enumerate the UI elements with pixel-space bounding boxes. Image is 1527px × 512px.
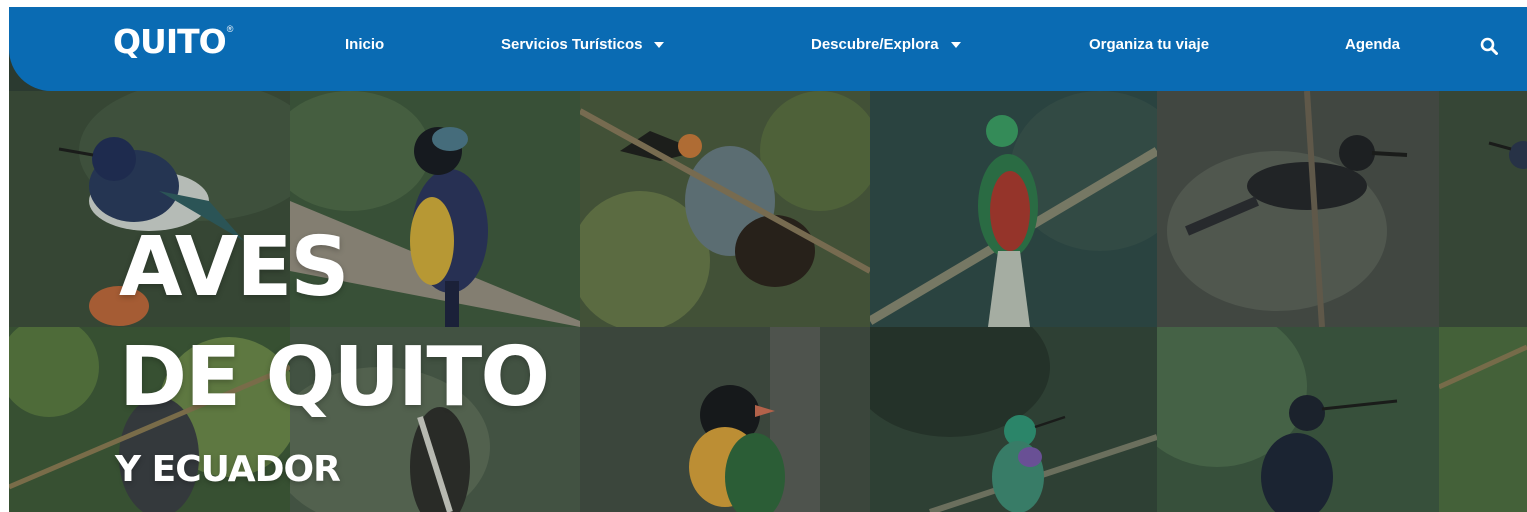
chevron-down-icon [654, 41, 665, 48]
nav-item-servicios-turisticos[interactable]: Servicios Turísticos [501, 36, 665, 53]
bird-photo-edge-right-top [1439, 91, 1527, 327]
bird-photo-black-hummingbird [1157, 327, 1439, 512]
nav-label-descubre: Descubre/Explora [811, 36, 939, 53]
bird-photo-edge-right-bottom [1439, 327, 1527, 512]
hero-title-line1: AVES [119, 220, 349, 315]
nav-label-servicios: Servicios Turísticos [501, 36, 643, 53]
logo-text: QUITO [113, 21, 227, 61]
bird-photo-toucan-barbet [580, 91, 870, 327]
logo-registered-mark: ® [226, 24, 234, 34]
bird-photo-green-hummingbird [870, 327, 1157, 512]
search-icon[interactable] [1480, 37, 1498, 55]
nav-label-inicio: Inicio [345, 36, 385, 53]
hero-subtitle: Y ECUADOR [115, 449, 341, 490]
page-frame: QUITO ® Inicio Servicios Turísticos Desc… [9, 7, 1527, 512]
top-navigation-bar: QUITO ® Inicio Servicios Turísticos Desc… [9, 7, 1527, 91]
bird-photo-dark-flowerpiercer [1157, 91, 1439, 327]
quito-logo[interactable]: QUITO ® [113, 21, 233, 61]
hero-title-line2: DE QUITO [119, 330, 550, 425]
nav-item-agenda[interactable]: Agenda [1345, 36, 1400, 53]
nav-label-organiza: Organiza tu viaje [1089, 36, 1210, 53]
bird-photo-quetzal [870, 91, 1157, 327]
nav-label-agenda: Agenda [1345, 36, 1401, 53]
nav-item-descubre-explora[interactable]: Descubre/Explora [811, 36, 961, 53]
nav-item-organiza-tu-viaje[interactable]: Organiza tu viaje [1089, 36, 1209, 53]
nav-item-inicio[interactable]: Inicio [345, 36, 384, 53]
chevron-down-icon [950, 41, 961, 48]
bird-photo-orange-throated-tanager [580, 327, 870, 512]
